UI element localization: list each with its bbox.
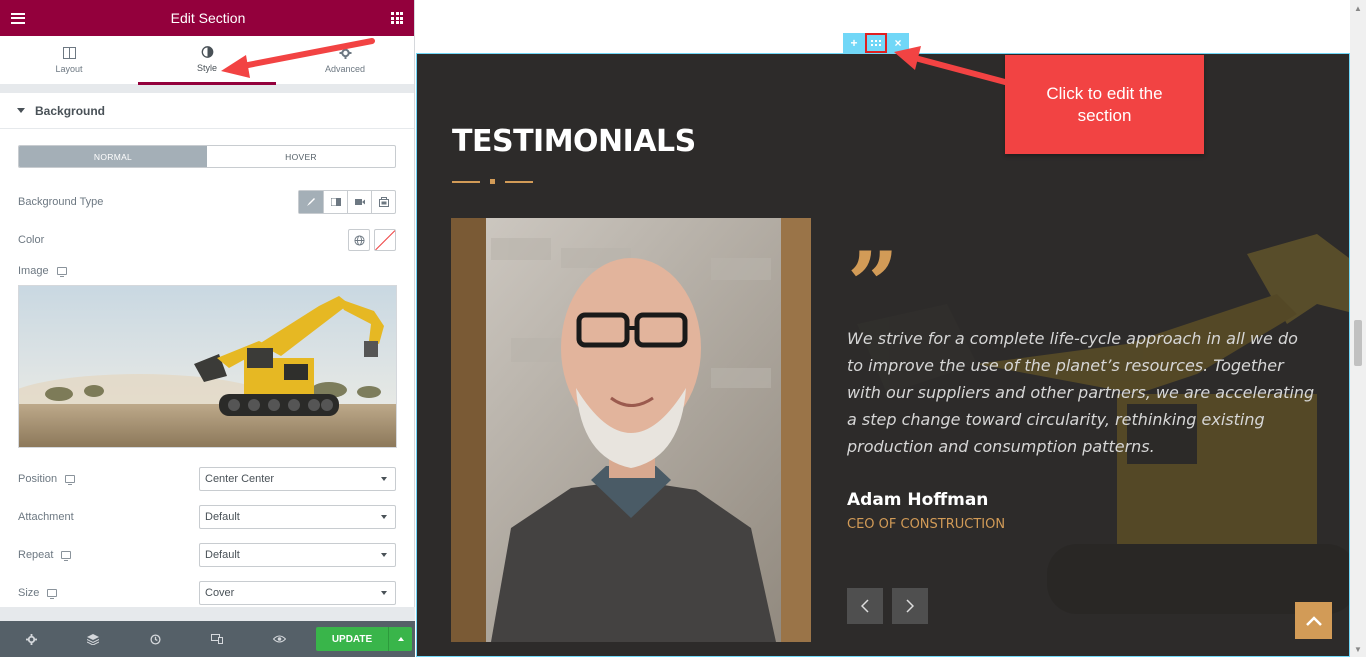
repeat-label: Repeat	[18, 549, 54, 561]
panel-footer: UPDATE	[0, 621, 415, 657]
edit-section-handle-icon[interactable]	[865, 33, 887, 53]
chevron-up-icon	[1305, 615, 1322, 626]
brush-icon[interactable]	[299, 191, 323, 213]
globe-icon[interactable]	[348, 229, 370, 251]
background-type-row: Background Type	[18, 183, 396, 221]
testimonial-quote: We strive for a complete life-cycle appr…	[847, 329, 1315, 456]
position-row: Position Center Center	[18, 460, 396, 498]
edit-section-callout: Click to edit the section	[1005, 55, 1204, 154]
desktop-icon[interactable]	[61, 551, 72, 561]
panel-title: Edit Section	[170, 10, 246, 26]
section-handle: + ×	[843, 33, 909, 53]
settings-gear-icon[interactable]	[0, 621, 62, 657]
image-label: Image	[18, 265, 49, 277]
widgets-grid-icon[interactable]	[391, 12, 403, 24]
color-label: Color	[18, 234, 45, 246]
panel-bottom-separator	[0, 607, 415, 621]
size-value: Cover	[205, 587, 235, 599]
next-slide-button[interactable]	[892, 588, 928, 624]
preview-canvas: + × TESTIMONIALS ” We strive for a compl…	[416, 0, 1350, 657]
prev-slide-button[interactable]	[847, 588, 883, 624]
image-row: Image	[18, 259, 396, 283]
gradient-icon[interactable]	[323, 191, 347, 213]
background-section-title: Background	[35, 103, 106, 118]
chevron-down-icon	[381, 591, 387, 595]
testimonial-photo	[451, 218, 811, 642]
section-heading: TESTIMONIALS	[452, 124, 696, 159]
image-label-group: Image	[18, 265, 67, 277]
size-select[interactable]: Cover	[199, 581, 396, 605]
testimonials-section[interactable]: TESTIMONIALS ” We strive for a complete …	[416, 53, 1350, 657]
author-role: CEO OF CONSTRUCTION	[847, 517, 1006, 532]
scroll-up-arrow-icon[interactable]: ▲	[1350, 0, 1366, 16]
repeat-value: Default	[205, 549, 240, 561]
chevron-right-icon	[906, 599, 914, 613]
update-button[interactable]: UPDATE	[316, 627, 388, 651]
chevron-down-icon	[381, 553, 387, 557]
tab-style[interactable]: Style	[138, 36, 276, 85]
scroll-to-top-button[interactable]	[1295, 602, 1332, 639]
tab-layout-label: Layout	[55, 63, 83, 74]
chevron-down-icon	[381, 515, 387, 519]
position-select[interactable]: Center Center	[199, 467, 396, 491]
state-tab-normal[interactable]: NORMAL	[19, 146, 207, 167]
chevron-up-icon	[397, 637, 404, 641]
size-label: Size	[18, 587, 40, 599]
preview-eye-icon[interactable]	[248, 621, 310, 657]
heading-divider	[452, 179, 533, 184]
panel-tabs: Layout Style Advanced	[0, 36, 414, 85]
desktop-icon[interactable]	[65, 475, 76, 485]
page-scrollbar[interactable]: ▲ ▼	[1350, 0, 1366, 657]
background-type-choices	[298, 190, 396, 214]
tab-layout[interactable]: Layout	[0, 36, 138, 84]
tab-advanced[interactable]: Advanced	[276, 36, 414, 84]
scroll-thumb[interactable]	[1354, 320, 1362, 366]
delete-section-icon[interactable]: ×	[887, 33, 909, 53]
chevron-left-icon	[861, 599, 869, 613]
layout-icon	[62, 46, 76, 59]
tab-style-label: Style	[196, 62, 217, 73]
edit-panel: Edit Section Layout Style Advanced Backg…	[0, 0, 415, 657]
attachment-value: Default	[205, 511, 240, 523]
background-controls: NORMAL HOVER Background Type Color Image…	[0, 129, 414, 612]
position-value: Center Center	[205, 473, 275, 485]
color-swatch[interactable]	[374, 229, 396, 251]
background-section-toggle[interactable]: Background	[0, 93, 414, 129]
desktop-icon[interactable]	[47, 589, 58, 599]
caret-down-icon	[17, 108, 25, 113]
attachment-label: Attachment	[18, 511, 74, 523]
position-label: Position	[18, 473, 58, 485]
tab-advanced-label: Advanced	[324, 63, 366, 74]
author-name: Adam Hoffman	[847, 490, 989, 510]
desktop-icon[interactable]	[56, 267, 67, 277]
color-row: Color	[18, 221, 396, 259]
slideshow-icon[interactable]	[371, 191, 395, 213]
quote-mark-icon: ”	[847, 232, 899, 338]
gear-icon	[339, 46, 351, 59]
color-controls	[348, 229, 396, 251]
panel-header: Edit Section	[0, 0, 414, 36]
update-options-button[interactable]	[388, 627, 412, 651]
chevron-down-icon	[381, 477, 387, 481]
add-section-icon[interactable]: +	[843, 33, 865, 53]
hamburger-menu-icon[interactable]	[11, 12, 25, 24]
half-circle-icon	[201, 45, 213, 58]
history-icon[interactable]	[124, 621, 186, 657]
attachment-row: Attachment Default	[18, 498, 396, 536]
background-type-label: Background Type	[18, 196, 104, 208]
navigator-layers-icon[interactable]	[62, 621, 124, 657]
background-image-preview[interactable]	[18, 285, 397, 448]
state-tab-hover[interactable]: HOVER	[207, 146, 395, 167]
panel-separator	[0, 85, 414, 93]
editor-app: Edit Section Layout Style Advanced Backg…	[0, 0, 1366, 657]
scroll-down-arrow-icon[interactable]: ▼	[1350, 641, 1366, 657]
state-tabs: NORMAL HOVER	[18, 145, 396, 168]
repeat-select[interactable]: Default	[199, 543, 396, 567]
responsive-mode-icon[interactable]	[186, 621, 248, 657]
attachment-select[interactable]: Default	[199, 505, 396, 529]
video-icon[interactable]	[347, 191, 371, 213]
repeat-row: Repeat Default	[18, 536, 396, 574]
